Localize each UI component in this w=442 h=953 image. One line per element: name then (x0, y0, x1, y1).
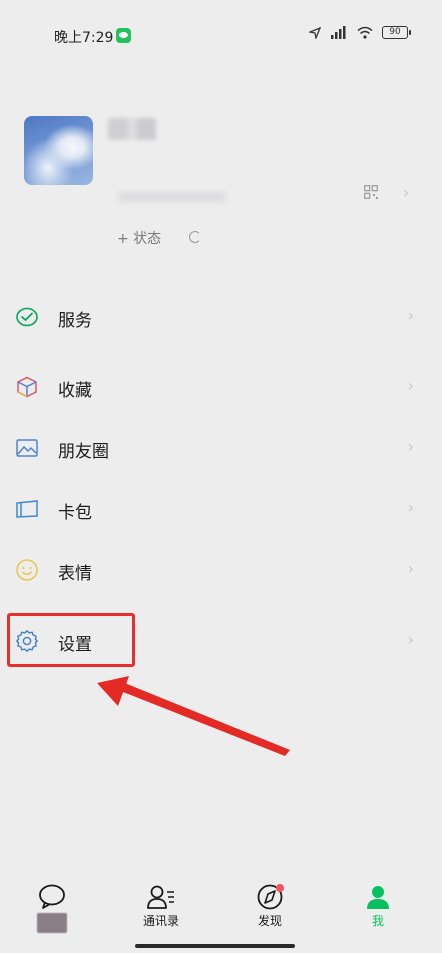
menu-item-moments[interactable]: 朋友圈 › (0, 418, 442, 476)
home-indicator[interactable] (135, 944, 295, 948)
menu-item-services[interactable]: 服务 › (0, 287, 442, 345)
add-status-button[interactable]: + 状态 (117, 228, 161, 248)
qr-code-icon[interactable] (364, 185, 378, 199)
location-icon (309, 26, 321, 39)
chat-bubble-icon (39, 884, 65, 909)
profile-chevron-right-icon: › (403, 183, 410, 202)
wechat-pay-icon (16, 307, 38, 327)
me-person-icon (367, 886, 389, 909)
tab-label-contacts: 通讯录 (142, 914, 179, 928)
tab-label-me: 我 (371, 914, 384, 928)
chevron-right-icon: › (407, 376, 414, 395)
settings-highlight-box (7, 613, 135, 667)
wechat-notification-icon (116, 28, 131, 43)
chevron-right-icon: › (407, 437, 414, 456)
menu-item-favorites[interactable]: 收藏 › (0, 357, 442, 415)
menu-item-stickers[interactable]: 表情 › (0, 540, 442, 598)
chevron-right-icon: › (407, 559, 414, 578)
sticker-smile-icon (16, 559, 38, 581)
wechat-id-blurred (118, 192, 226, 202)
moments-photo-icon (16, 439, 38, 457)
tab-discover[interactable]: 发现 (230, 876, 310, 929)
tab-chats[interactable] (12, 876, 92, 912)
chevron-right-icon: › (407, 306, 414, 325)
menu-label-moments: 朋友圈 (58, 442, 109, 462)
tab-me[interactable]: 我 (338, 876, 418, 929)
tab-contacts[interactable]: 通讯录 (121, 876, 201, 929)
status-bar: 晚上7:29 90 (0, 0, 442, 72)
discover-badge-dot (276, 884, 284, 892)
card-wallet-icon (16, 500, 38, 518)
status-time: 晚上7:29 (54, 30, 114, 46)
chevron-right-icon: › (407, 498, 414, 517)
avatar[interactable] (24, 116, 93, 185)
cellular-signal-icon (331, 26, 346, 39)
battery-icon: 90 (382, 26, 411, 39)
chevron-right-icon: › (407, 630, 414, 649)
blurred-thumbnail (37, 913, 67, 933)
wifi-icon (357, 26, 373, 39)
menu-item-card-wallet[interactable]: 卡包 › (0, 479, 442, 537)
menu-label-favorites: 收藏 (58, 381, 92, 401)
menu-label-services: 服务 (58, 311, 92, 331)
menu-label-card-wallet: 卡包 (58, 503, 92, 523)
status-indicators: 90 (309, 26, 411, 39)
favorites-cube-icon (17, 376, 37, 398)
nickname-blurred (108, 118, 156, 140)
tab-label-discover: 发现 (257, 914, 282, 928)
contacts-icon (147, 885, 174, 909)
menu-label-stickers: 表情 (58, 564, 92, 584)
refresh-icon[interactable] (189, 231, 201, 243)
